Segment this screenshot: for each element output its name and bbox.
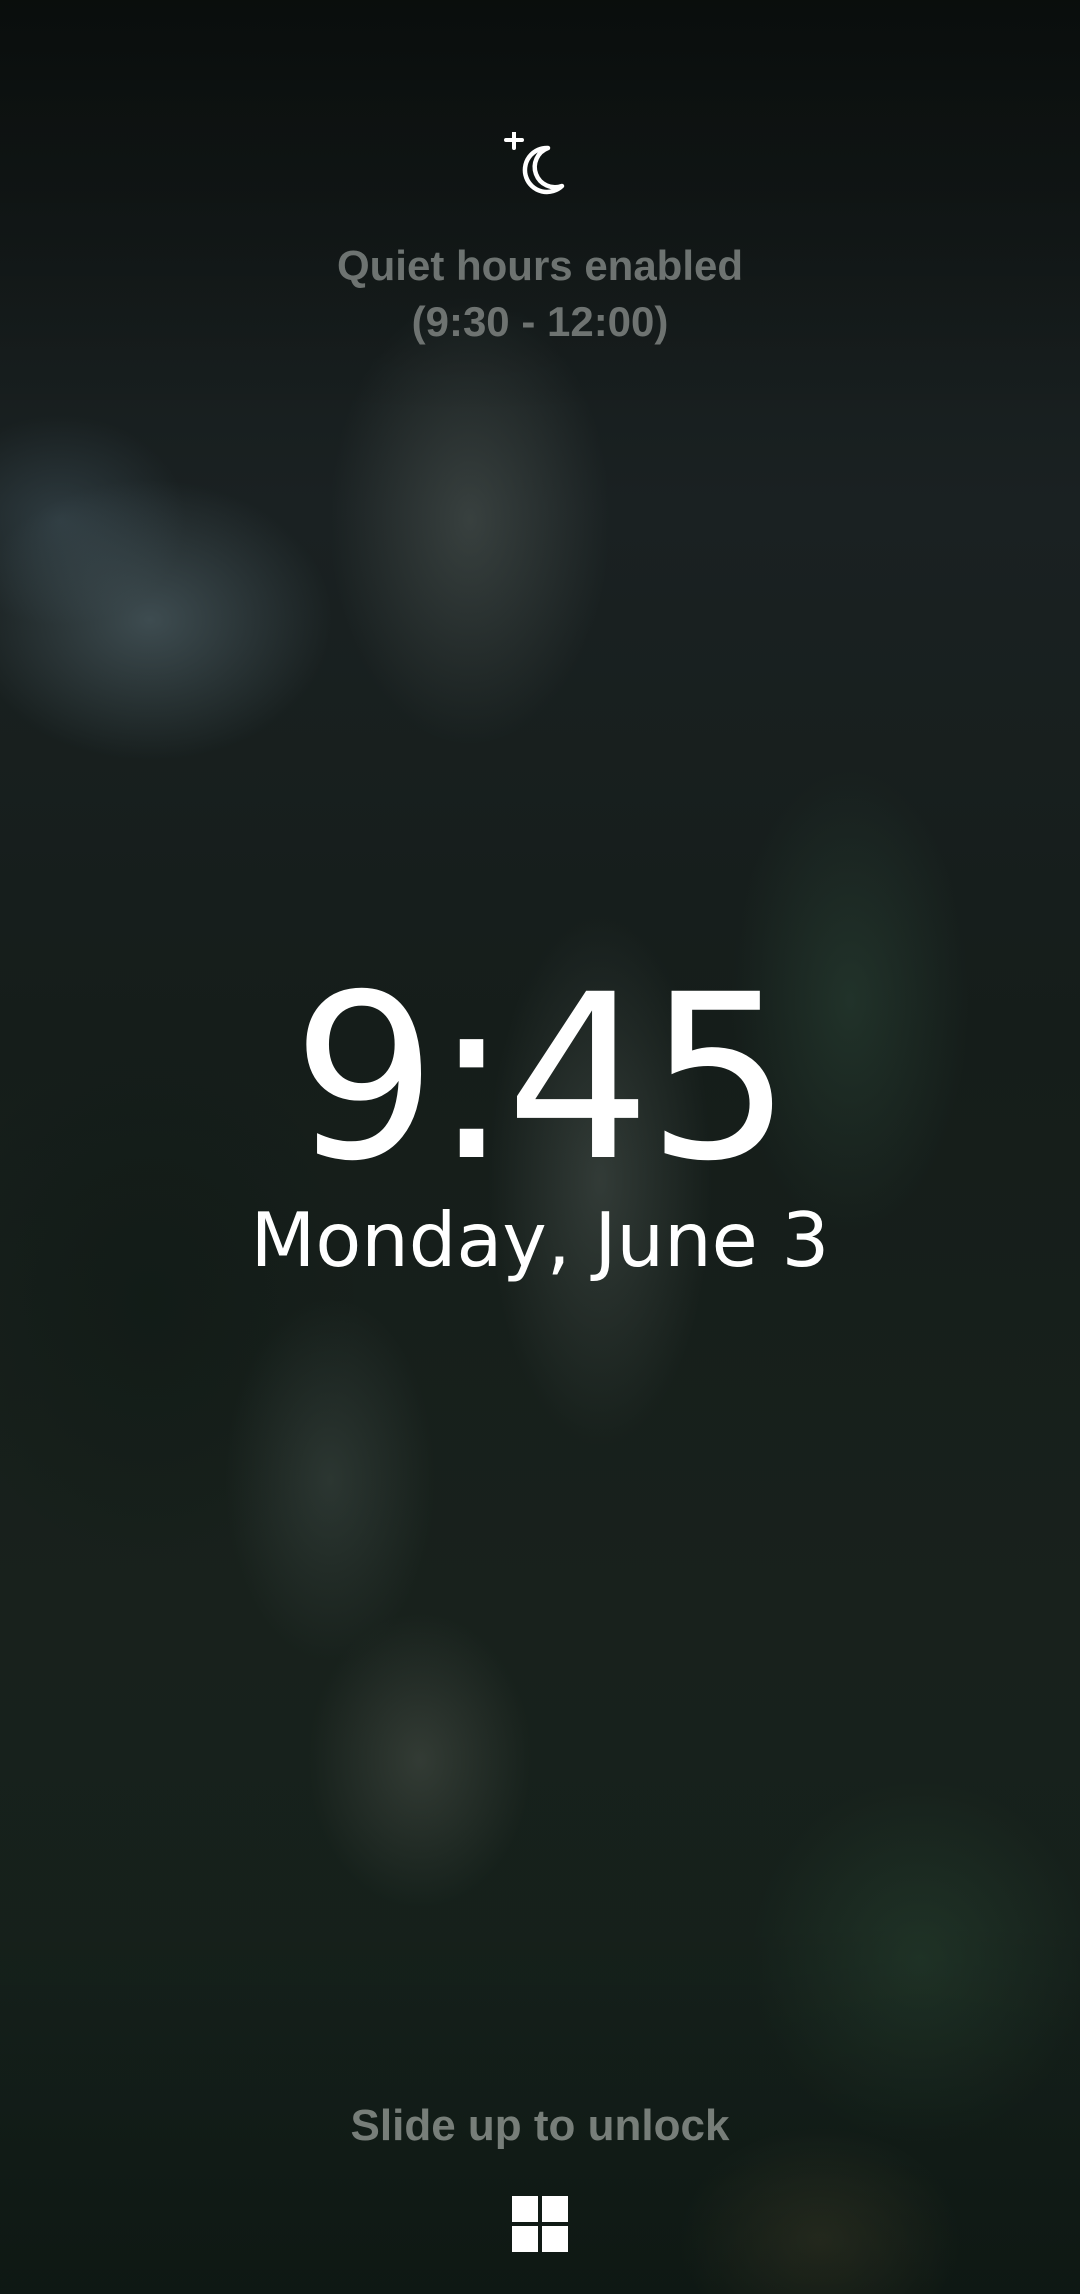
quiet-hours-label: Quiet hours enabled [336, 242, 744, 289]
clock-block: 9:45 Monday, June 3 [0, 958, 1080, 1286]
quiet-hours-status: Quiet hours enabled (9:30 - 12:00) [0, 132, 1080, 350]
moon-sparkle-icon [504, 132, 565, 195]
unlock-area[interactable]: Slide up to unlock [0, 2098, 1080, 2256]
clock-time: 9:45 [292, 945, 792, 1211]
quiet-hours-range: (9:30 - 12:00) [411, 298, 669, 345]
quiet-hours-text: Quiet hours enabled (9:30 - 12:00) [0, 238, 1080, 350]
lock-screen[interactable]: Quiet hours enabled (9:30 - 12:00) 9:45 … [0, 0, 1080, 2294]
unlock-hint: Slide up to unlock [350, 2101, 730, 2150]
windows-logo-icon[interactable] [512, 2196, 568, 2252]
clock-date: Monday, June 3 [250, 1196, 830, 1284]
